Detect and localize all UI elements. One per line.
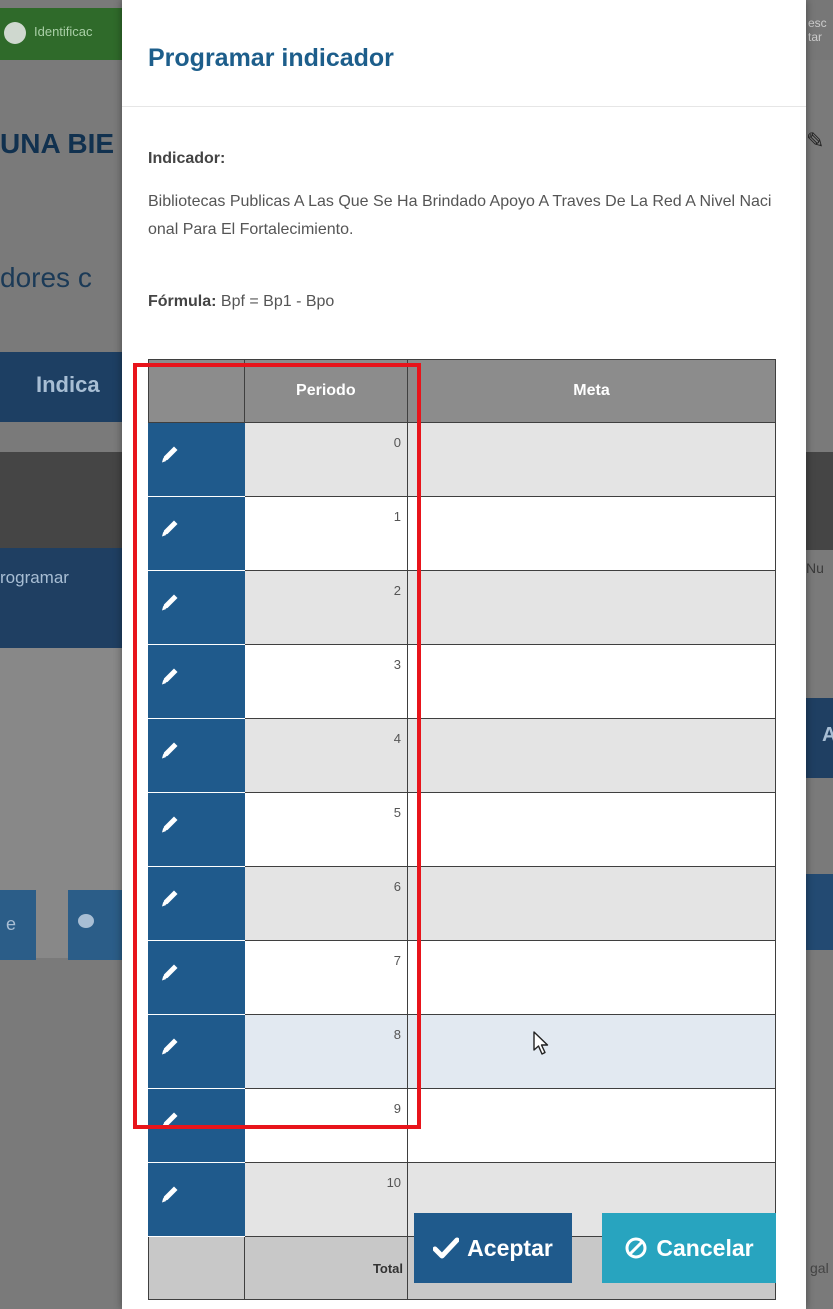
meta-cell[interactable] bbox=[407, 866, 776, 941]
check-icon bbox=[433, 1237, 460, 1259]
cancel-button-label: Cancelar bbox=[656, 1234, 754, 1261]
identification-badge: Identificac bbox=[0, 8, 122, 60]
background-right-button-label: A bbox=[822, 724, 833, 746]
total-blank-cell bbox=[148, 1236, 245, 1300]
background-edit-icon: ✎ bbox=[806, 128, 825, 153]
meta-column-header: Meta bbox=[407, 359, 776, 423]
background-button-label: e bbox=[6, 914, 17, 934]
background-tab: Indica bbox=[0, 352, 122, 422]
background-program-row: rogramar bbox=[0, 548, 122, 648]
highlight-box bbox=[133, 363, 421, 1129]
total-label: Total bbox=[243, 1236, 409, 1300]
background-program-label: rogramar bbox=[0, 568, 69, 587]
formula: Fórmula: Bpf = Bp1 - Bpo bbox=[148, 293, 334, 311]
meta-cell[interactable] bbox=[407, 718, 776, 793]
edit-row-button[interactable] bbox=[148, 1162, 245, 1237]
accept-button[interactable]: Aceptar bbox=[414, 1213, 572, 1283]
background-table-header bbox=[0, 452, 122, 550]
meta-cell[interactable] bbox=[407, 792, 776, 867]
background-tab-label: Indica bbox=[36, 372, 100, 397]
background-right-table-header bbox=[806, 452, 833, 550]
background-comment-button bbox=[68, 890, 122, 960]
background-right-panel bbox=[806, 874, 833, 950]
background-right-button: A bbox=[806, 698, 833, 778]
background-right-text: esc tar bbox=[808, 16, 827, 44]
background-right-footer-text: gal bbox=[810, 1260, 829, 1276]
background-title: UNA BIE bbox=[0, 128, 115, 159]
check-circle-icon bbox=[4, 22, 26, 44]
accept-button-label: Aceptar bbox=[467, 1234, 553, 1261]
periodo-cell: 10 bbox=[243, 1162, 409, 1237]
indicator-label: Indicador: bbox=[148, 150, 226, 167]
modal-title: Programar indicador bbox=[148, 44, 394, 72]
indicator-description: Bibliotecas Publicas A Las Que Se Ha Bri… bbox=[148, 193, 772, 238]
meta-cell[interactable] bbox=[407, 644, 776, 719]
title-divider bbox=[122, 106, 806, 107]
background-button: e bbox=[0, 890, 36, 960]
meta-cell[interactable] bbox=[407, 570, 776, 645]
meta-cell[interactable] bbox=[407, 1014, 776, 1089]
formula-value: Bpf = Bp1 - Bpo bbox=[220, 293, 335, 310]
meta-cell[interactable] bbox=[407, 496, 776, 571]
meta-cell[interactable] bbox=[407, 1088, 776, 1163]
mouse-cursor-icon bbox=[533, 1031, 549, 1055]
background-right-label: Nu bbox=[806, 560, 824, 576]
identification-text: Identificac bbox=[34, 24, 93, 39]
background-subtitle: dores c bbox=[0, 262, 92, 293]
comment-icon bbox=[78, 914, 94, 928]
meta-cell[interactable] bbox=[407, 422, 776, 497]
cancel-button[interactable]: Cancelar bbox=[602, 1213, 776, 1283]
cancel-icon bbox=[625, 1237, 647, 1259]
meta-cell[interactable] bbox=[407, 940, 776, 1015]
formula-label: Fórmula: bbox=[148, 293, 217, 310]
background-right-header: esc tar bbox=[806, 0, 833, 60]
pencil-icon bbox=[159, 1183, 181, 1205]
